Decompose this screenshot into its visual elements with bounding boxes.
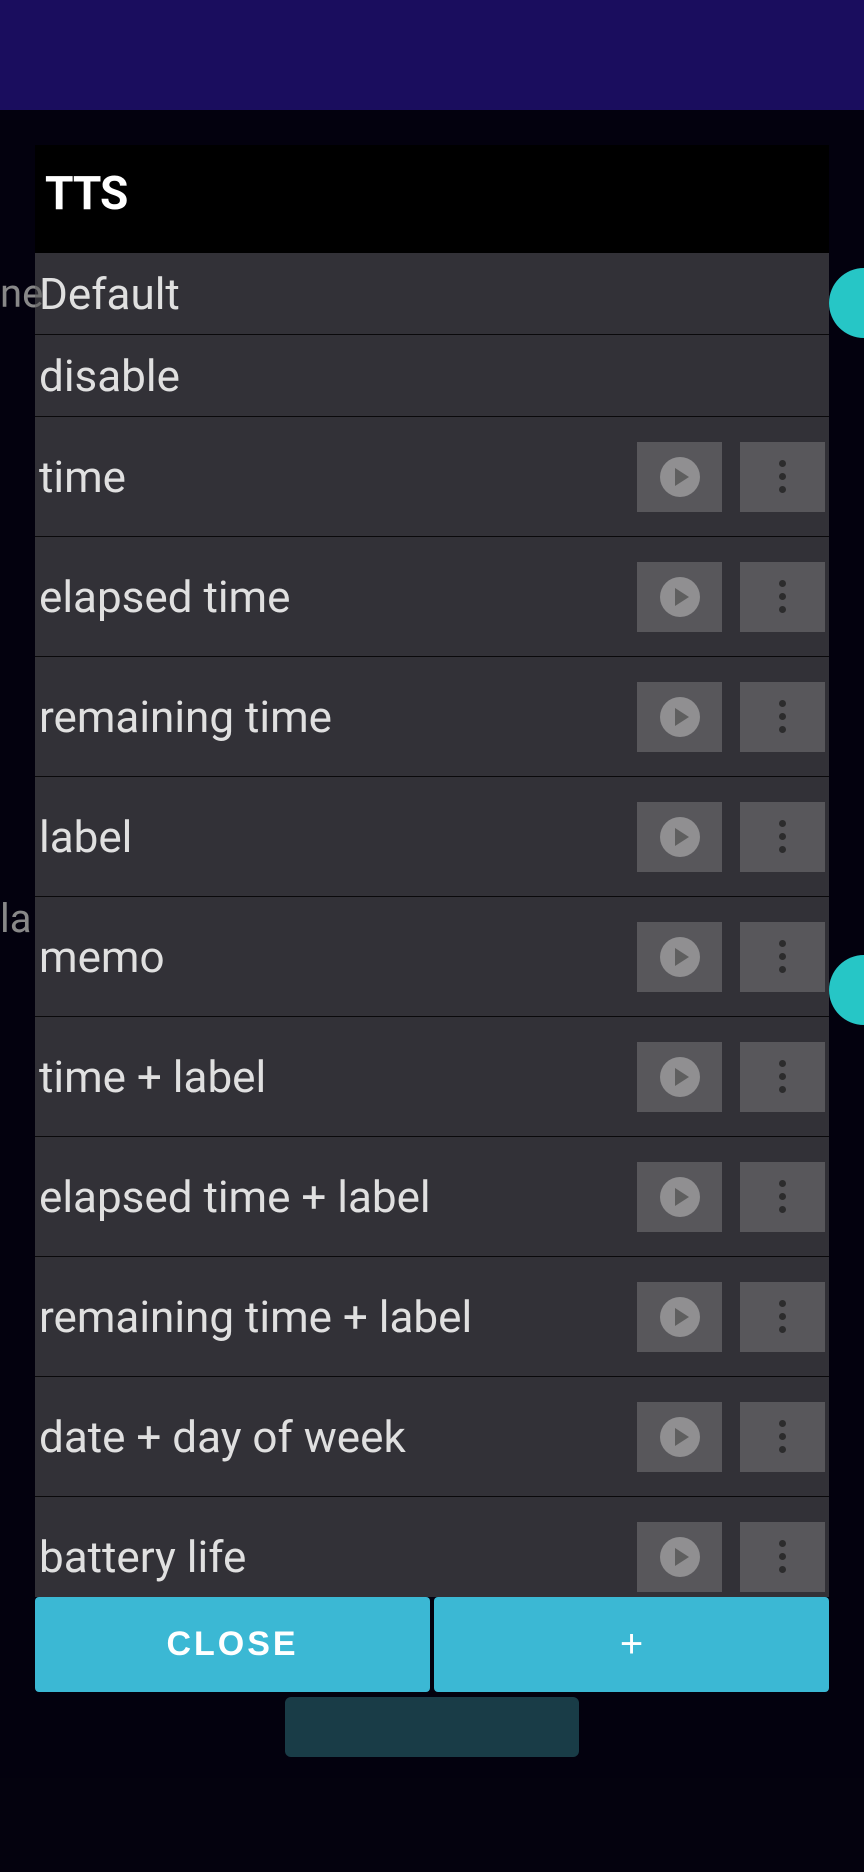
tts-dialog: TTS Default disable time elapsed time (35, 145, 829, 1692)
play-button[interactable] (637, 562, 722, 632)
dialog-body: Default disable time elapsed time (35, 253, 829, 1597)
more-vertical-icon (779, 1060, 786, 1093)
option-label: label (39, 811, 619, 863)
more-vertical-icon (779, 700, 786, 733)
more-button[interactable] (740, 802, 825, 872)
play-button[interactable] (637, 1042, 722, 1112)
tts-option-remaining-time-label[interactable]: remaining time + label (35, 1257, 829, 1377)
tts-option-memo[interactable]: memo (35, 897, 829, 1017)
play-button[interactable] (637, 1282, 722, 1352)
option-label: time + label (39, 1051, 619, 1103)
more-vertical-icon (779, 580, 786, 613)
tts-option-label[interactable]: label (35, 777, 829, 897)
play-button[interactable] (637, 442, 722, 512)
more-button[interactable] (740, 1522, 825, 1592)
option-label: elapsed time (39, 571, 619, 623)
play-icon (660, 937, 700, 977)
status-bar (0, 0, 864, 110)
tts-option-time-label[interactable]: time + label (35, 1017, 829, 1137)
play-button[interactable] (637, 1402, 722, 1472)
play-icon (660, 817, 700, 857)
play-icon (660, 1057, 700, 1097)
more-vertical-icon (779, 940, 786, 973)
more-button[interactable] (740, 1042, 825, 1112)
play-icon (660, 697, 700, 737)
tts-option-time[interactable]: time (35, 417, 829, 537)
close-label: CLOSE (166, 1625, 298, 1664)
play-icon (660, 1537, 700, 1577)
play-button[interactable] (637, 682, 722, 752)
play-button[interactable] (637, 802, 722, 872)
option-label: memo (39, 931, 619, 983)
play-icon (660, 457, 700, 497)
more-button[interactable] (740, 562, 825, 632)
option-label: remaining time + label (39, 1291, 619, 1343)
tts-option-default[interactable]: Default (35, 253, 829, 335)
more-vertical-icon (779, 1300, 786, 1333)
play-button[interactable] (637, 1162, 722, 1232)
tts-option-disable[interactable]: disable (35, 335, 829, 417)
dialog-footer: CLOSE + (35, 1597, 829, 1692)
option-label: disable (39, 350, 180, 402)
more-vertical-icon (779, 1540, 786, 1573)
option-label: battery life (39, 1531, 619, 1583)
option-label: Default (39, 268, 180, 320)
option-label: elapsed time + label (39, 1171, 619, 1223)
tts-option-battery-life[interactable]: battery life (35, 1497, 829, 1597)
tts-option-remaining-time[interactable]: remaining time (35, 657, 829, 777)
more-vertical-icon (779, 1420, 786, 1453)
play-button[interactable] (637, 922, 722, 992)
dialog-title: TTS (45, 167, 819, 221)
option-label: time (39, 451, 619, 503)
more-button[interactable] (740, 682, 825, 752)
more-vertical-icon (779, 460, 786, 493)
plus-icon: + (620, 1622, 643, 1667)
tts-option-elapsed-time-label[interactable]: elapsed time + label (35, 1137, 829, 1257)
more-button[interactable] (740, 1282, 825, 1352)
more-button[interactable] (740, 922, 825, 992)
tts-option-date-day[interactable]: date + day of week (35, 1377, 829, 1497)
more-vertical-icon (779, 1180, 786, 1213)
close-button[interactable]: CLOSE (35, 1597, 430, 1692)
more-button[interactable] (740, 1162, 825, 1232)
play-icon (660, 577, 700, 617)
tts-option-elapsed-time[interactable]: elapsed time (35, 537, 829, 657)
more-button[interactable] (740, 1402, 825, 1472)
add-button[interactable]: + (434, 1597, 829, 1692)
more-button[interactable] (740, 442, 825, 512)
background-text: la (0, 895, 31, 942)
background-bar (285, 1697, 579, 1757)
option-label: remaining time (39, 691, 619, 743)
play-icon (660, 1177, 700, 1217)
more-vertical-icon (779, 820, 786, 853)
dialog-header: TTS (35, 145, 829, 253)
option-label: date + day of week (39, 1411, 619, 1463)
play-icon (660, 1417, 700, 1457)
play-button[interactable] (637, 1522, 722, 1592)
play-icon (660, 1297, 700, 1337)
